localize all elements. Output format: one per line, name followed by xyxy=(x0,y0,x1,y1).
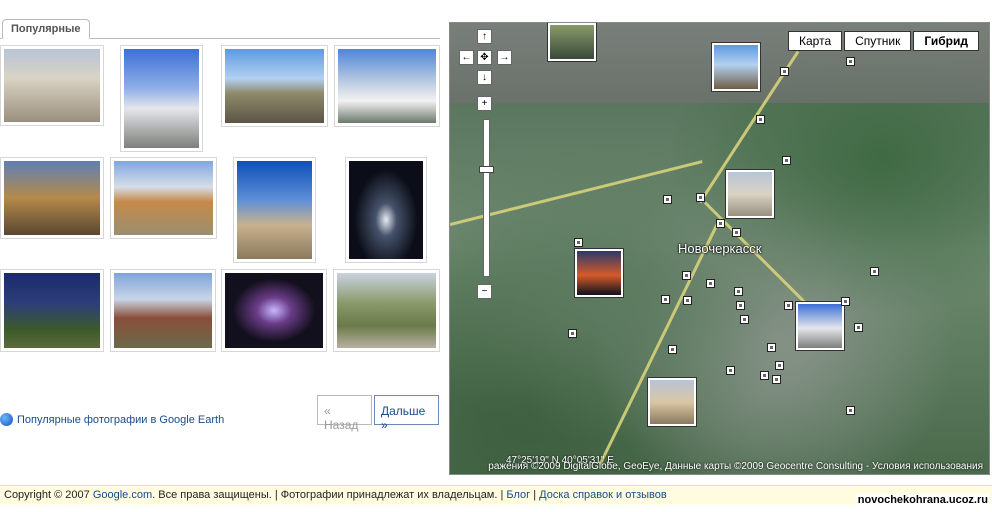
photo-thumbnail[interactable] xyxy=(221,45,328,127)
map-type-switcher: Карта Спутник Гибрид xyxy=(786,31,979,51)
zoom-slider-track[interactable] xyxy=(483,119,490,277)
map-marker[interactable] xyxy=(780,67,789,76)
map-marker[interactable] xyxy=(726,366,735,375)
map-marker[interactable] xyxy=(661,295,670,304)
map-marker[interactable] xyxy=(846,406,855,415)
prev-page-button[interactable]: « Назад xyxy=(317,395,372,432)
pan-up-button[interactable]: ↑ xyxy=(477,29,492,44)
pan-down-button[interactable]: ↓ xyxy=(477,70,492,85)
page-footer: Copyright © 2007 Google.com. Все права з… xyxy=(0,485,992,505)
google-link[interactable]: Google.com xyxy=(93,489,152,501)
photo-thumbnail[interactable] xyxy=(0,269,104,352)
map-marker[interactable] xyxy=(760,371,769,380)
map-marker[interactable] xyxy=(841,297,850,306)
map-marker[interactable] xyxy=(696,193,705,202)
tab-bar: Популярные xyxy=(0,19,440,39)
map-view[interactable]: Новочеркасск ↑ ← ✥ → ↓ + − Карта Спутник… xyxy=(449,22,990,475)
zoom-in-button[interactable]: + xyxy=(477,96,492,111)
photo-thumbnail[interactable] xyxy=(110,157,217,239)
google-earth-link-text: Популярные фотографии в Google Earth xyxy=(17,413,225,426)
map-copyright: ражения ©2009 DigitalGlobe, GeoEye, Данн… xyxy=(488,461,983,472)
footer-separator: | xyxy=(530,489,540,501)
map-photo[interactable] xyxy=(648,378,696,426)
map-marker[interactable] xyxy=(663,195,672,204)
map-marker[interactable] xyxy=(782,156,791,165)
map-marker[interactable] xyxy=(736,301,745,310)
footer-copyright-prefix: Copyright © 2007 xyxy=(4,489,93,501)
photo-thumbnail[interactable] xyxy=(221,269,327,352)
watermark: novochekohrana.ucoz.ru xyxy=(855,494,990,506)
photo-thumbnail[interactable] xyxy=(345,157,427,263)
map-photo[interactable] xyxy=(575,249,623,297)
map-marker[interactable] xyxy=(734,287,743,296)
photo-thumbnail[interactable] xyxy=(110,269,216,352)
footer-copyright-text: . Все права защищены. | Фотографии прина… xyxy=(152,489,507,501)
photo-thumbnail[interactable] xyxy=(333,269,440,352)
map-marker[interactable] xyxy=(854,323,863,332)
map-photo[interactable] xyxy=(796,302,844,350)
map-marker[interactable] xyxy=(682,271,691,280)
pan-center-button[interactable]: ✥ xyxy=(477,50,492,65)
map-marker[interactable] xyxy=(756,115,765,124)
map-marker[interactable] xyxy=(668,345,677,354)
map-marker[interactable] xyxy=(683,296,692,305)
map-photo[interactable] xyxy=(712,43,760,91)
pan-left-button[interactable]: ← xyxy=(459,50,474,65)
photo-thumbnail[interactable] xyxy=(120,45,203,152)
map-type-satellite[interactable]: Спутник xyxy=(844,31,912,51)
photo-thumbnail[interactable] xyxy=(334,45,440,127)
zoom-slider-handle[interactable] xyxy=(479,166,494,173)
map-photo[interactable] xyxy=(726,170,774,218)
map-marker[interactable] xyxy=(784,301,793,310)
map-photo[interactable] xyxy=(548,23,596,61)
map-type-hybrid[interactable]: Гибрид xyxy=(913,31,979,51)
help-forum-link[interactable]: Доска справок и отзывов xyxy=(539,489,667,501)
map-marker[interactable] xyxy=(846,57,855,66)
google-earth-link[interactable]: Популярные фотографии в Google Earth xyxy=(0,413,224,426)
map-marker[interactable] xyxy=(740,315,749,324)
photo-thumbnail[interactable] xyxy=(0,157,104,239)
photo-thumbnail[interactable] xyxy=(0,45,104,126)
photo-thumbnail[interactable] xyxy=(233,157,316,263)
globe-icon xyxy=(0,413,13,426)
map-city-label: Новочеркасск xyxy=(678,241,762,256)
map-marker[interactable] xyxy=(574,238,583,247)
map-marker[interactable] xyxy=(767,343,776,352)
map-marker[interactable] xyxy=(716,219,725,228)
map-marker[interactable] xyxy=(870,267,879,276)
map-type-map[interactable]: Карта xyxy=(788,31,843,51)
map-marker[interactable] xyxy=(772,375,781,384)
map-marker[interactable] xyxy=(568,329,577,338)
map-marker[interactable] xyxy=(732,228,741,237)
zoom-out-button[interactable]: − xyxy=(477,284,492,299)
blog-link[interactable]: Блог xyxy=(506,489,530,501)
next-page-button[interactable]: Дальше » xyxy=(374,395,439,432)
tab-popular[interactable]: Популярные xyxy=(2,19,90,39)
pan-right-button[interactable]: → xyxy=(497,50,512,65)
map-marker[interactable] xyxy=(775,361,784,370)
map-marker[interactable] xyxy=(706,279,715,288)
